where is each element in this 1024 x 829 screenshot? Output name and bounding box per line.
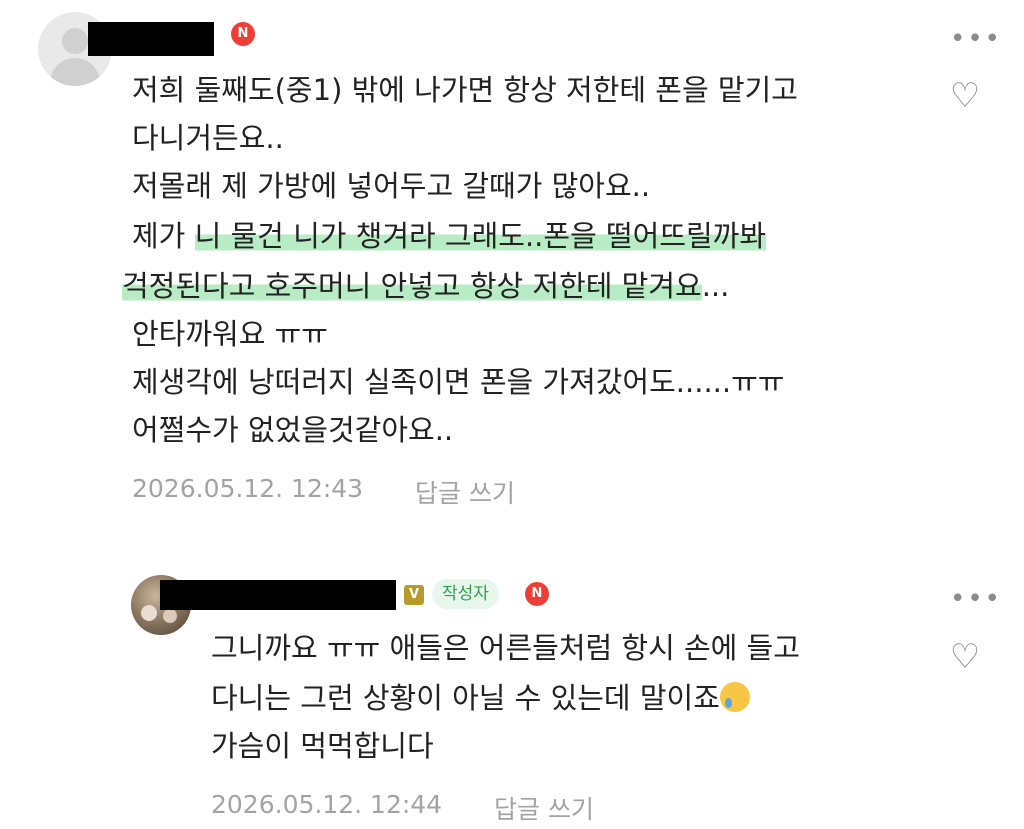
comment-text-line: 제생각에 낭떠러지 실족이면 폰을 가져갔어도......ㅠㅠ bbox=[132, 365, 785, 399]
comment-text-segment: 제가 bbox=[132, 219, 195, 253]
reply-button[interactable]: 답글 쓰기 bbox=[415, 474, 515, 510]
reply-button[interactable]: 답글 쓰기 bbox=[494, 790, 594, 826]
comment-text-line: 다니는 그런 상황이 아닐 수 있는데 말이죠 bbox=[211, 674, 750, 722]
comment-item: V 작성자 N ••• ♡ 그니까요 ㅠㅠ 애들은 어른들처럼 항시 손에 들고… bbox=[0, 560, 1024, 829]
highlighted-text: 니 물건 니가 챙겨라 그래도..폰을 떨어뜨릴까봐 bbox=[194, 219, 767, 253]
new-badge: N bbox=[525, 582, 549, 606]
verified-badge: V bbox=[404, 585, 424, 605]
redacted-username bbox=[160, 580, 396, 610]
highlighted-text: 걱정된다고 호주머니 안넣고 항상 저한테 맡겨요 bbox=[122, 269, 702, 303]
comment-text-segment: 다니는 그런 상황이 아닐 수 있는데 말이죠 bbox=[211, 681, 720, 715]
more-options-icon[interactable]: ••• bbox=[950, 26, 1000, 52]
heart-icon[interactable]: ♡ bbox=[947, 79, 983, 113]
comment-text-line: 다니거든요.. bbox=[132, 121, 284, 155]
new-badge: N bbox=[231, 22, 255, 46]
crying-face-icon bbox=[719, 682, 750, 712]
comment-text-line: 걱정된다고 호주머니 안넣고 항상 저한테 맡겨요... bbox=[122, 262, 729, 310]
default-user-icon bbox=[62, 28, 88, 54]
comment-text-line: 그니까요 ㅠㅠ 애들은 어른들처럼 항시 손에 들고 bbox=[211, 631, 800, 665]
comment-text-line: 어쩔수가 없었을것같아요.. bbox=[132, 413, 454, 447]
author-tag: 작성자 bbox=[432, 579, 499, 609]
comment-text-line: 안타까워요 ㅠㅠ bbox=[132, 317, 328, 351]
comment-text-segment: ... bbox=[701, 269, 730, 303]
redacted-username bbox=[88, 22, 214, 56]
comment-text-line: 저몰래 제 가방에 넣어두고 갈때가 많아요.. bbox=[132, 169, 651, 203]
comment-text-line: 저희 둘째도(중1) 밖에 나가면 항상 저한테 폰을 맡기고 bbox=[132, 73, 798, 107]
timestamp: 2026.05.12. 12:43 bbox=[132, 474, 364, 503]
heart-icon[interactable]: ♡ bbox=[947, 640, 983, 674]
comment-text-line: 가슴이 먹먹합니다 bbox=[211, 729, 434, 763]
more-options-icon[interactable]: ••• bbox=[950, 586, 1000, 612]
timestamp: 2026.05.12. 12:44 bbox=[211, 790, 443, 819]
comment-item: N ••• ♡ 저희 둘째도(중1) 밖에 나가면 항상 저한테 폰을 맡기고 … bbox=[0, 0, 1024, 530]
comment-text-line: 제가 니 물건 니가 챙겨라 그래도..폰을 떨어뜨릴까봐 bbox=[132, 212, 767, 260]
